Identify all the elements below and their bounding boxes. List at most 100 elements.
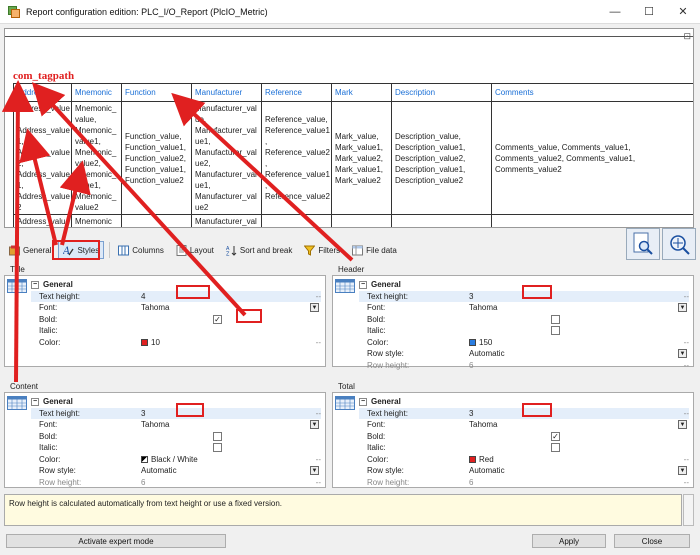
dropdown-arrow-icon[interactable]: ▼ (310, 303, 319, 313)
tab-file-data[interactable]: File data (347, 241, 402, 259)
header-color-value[interactable]: 150 (479, 338, 492, 347)
header-bold-checkbox[interactable] (551, 314, 560, 324)
preview-col-mnemonic: Mnemonic (71, 83, 122, 102)
activate-expert-mode-button[interactable]: Activate expert mode (6, 534, 226, 548)
total-bold-checkbox[interactable]: ✓ (551, 431, 560, 441)
collapse-icon[interactable]: − (31, 280, 39, 289)
total-color-value[interactable]: Red (479, 455, 494, 464)
total-row-style-row[interactable]: Row style: Automatic ▼ (359, 465, 689, 477)
table-cell: Mark_value, Mark_value1, Mark_value2, Ma… (331, 101, 392, 215)
total-bold-row[interactable]: Bold: ✓ (359, 431, 689, 443)
zoom-fit-button[interactable] (662, 228, 696, 260)
tab-filters[interactable]: Filters (299, 241, 345, 259)
title-italic-row[interactable]: Italic: (31, 325, 321, 337)
table-cell (261, 214, 332, 227)
header-bold-row[interactable]: Bold: (359, 314, 689, 326)
preview-zoom-button[interactable] (626, 228, 660, 260)
maximize-button[interactable]: ☐ (632, 0, 666, 24)
toolbar-separator (109, 242, 111, 258)
content-row-style-row[interactable]: Row style: Automatic ▼ (31, 465, 321, 477)
content-bold-row[interactable]: Bold: (31, 431, 321, 443)
title-color-value[interactable]: 10 (151, 338, 160, 347)
header-color-row[interactable]: Color: 150 -- (359, 337, 689, 349)
close-button[interactable]: Close (614, 534, 690, 548)
tab-columns[interactable]: Columns (113, 241, 169, 259)
title-bold-row[interactable]: Bold: ✓ (31, 314, 321, 326)
header-font-value[interactable]: Tahoma (469, 303, 497, 312)
content-italic-checkbox[interactable] (213, 443, 222, 453)
content-color-value[interactable]: Black / White (151, 455, 198, 464)
dropdown-arrow-icon[interactable]: ▼ (678, 466, 687, 476)
preview-resize-icon[interactable]: ⊡ (683, 31, 691, 42)
preview-col-description: Description (391, 83, 492, 102)
total-italic-checkbox[interactable] (551, 443, 560, 453)
style-grid-icon (335, 396, 355, 410)
total-panel-label: Total (338, 382, 355, 391)
dropdown-arrow-icon[interactable]: ▼ (678, 420, 687, 430)
color-swatch (141, 455, 148, 463)
dropdown-arrow-icon[interactable]: ▼ (310, 466, 319, 476)
content-row-style-value[interactable]: Automatic (141, 466, 177, 475)
collapse-icon[interactable]: − (31, 397, 39, 406)
tab-general-label: General (23, 245, 52, 255)
header-row-style-row[interactable]: Row style: Automatic ▼ (359, 348, 689, 360)
content-bold-checkbox[interactable] (213, 431, 222, 441)
table-cell: Manufacturer_val (191, 214, 262, 227)
total-color-row[interactable]: Color: Red -- (359, 454, 689, 466)
header-text-height-value[interactable]: 3 (469, 292, 473, 301)
content-text-height-value[interactable]: 3 (141, 409, 145, 418)
total-font-value[interactable]: Tahoma (469, 420, 497, 429)
file-data-icon (352, 245, 364, 255)
dropdown-arrow-icon[interactable]: ▼ (678, 303, 687, 313)
content-font-value[interactable]: Tahoma (141, 420, 169, 429)
tab-sort-and-break-label: Sort and break (239, 245, 293, 255)
style-grid-icon (335, 279, 355, 293)
minimize-button[interactable]: — (598, 0, 632, 24)
collapse-icon[interactable]: − (359, 397, 367, 406)
title-bold-checkbox[interactable]: ✓ (213, 314, 222, 324)
window-title: Report configuration edition: PLC_I/O_Re… (26, 6, 268, 17)
content-italic-row[interactable]: Italic: (31, 442, 321, 454)
annotation-box (522, 285, 552, 299)
annotation-box (236, 309, 262, 323)
tab-layout[interactable]: Layout (171, 241, 219, 259)
tab-general[interactable]: General (4, 241, 56, 259)
total-font-row[interactable]: Font: Tahoma ▼ (359, 419, 689, 431)
content-panel-label: Content (10, 382, 39, 391)
content-color-row[interactable]: Color: Black / White -- (31, 454, 321, 466)
layout-icon (176, 244, 187, 256)
title-font-row[interactable]: Font: Tahoma ▼ (31, 302, 321, 314)
tab-sort-and-break[interactable]: AZ Sort and break (221, 241, 297, 259)
preview-col-comments: Comments (491, 83, 693, 102)
title-font-value[interactable]: Tahoma (141, 303, 169, 312)
header-row-style-value[interactable]: Automatic (469, 349, 505, 358)
tab-filters-label: Filters (318, 245, 341, 255)
total-row-style-value[interactable]: Automatic (469, 466, 505, 475)
header-panel-label: Header (338, 265, 365, 274)
dropdown-arrow-icon[interactable]: ▼ (310, 420, 319, 430)
window-titlebar: Report configuration edition: PLC_I/O_Re… (0, 0, 700, 24)
close-window-button[interactable]: ✕ (666, 0, 700, 24)
annotation-box (52, 240, 100, 260)
title-text-height-value[interactable]: 4 (141, 292, 145, 301)
total-row-height-row: Row height: 6 -- (367, 477, 689, 487)
preview-top-line (5, 36, 693, 37)
total-text-height-value[interactable]: 3 (469, 409, 473, 418)
header-font-row[interactable]: Font: Tahoma ▼ (359, 302, 689, 314)
general-icon (9, 245, 20, 255)
preview-col-function: Function (121, 83, 192, 102)
sort-icon: AZ (226, 245, 237, 256)
apply-button[interactable]: Apply (532, 534, 606, 548)
columns-icon (118, 245, 130, 255)
color-swatch (469, 455, 476, 463)
dropdown-arrow-icon[interactable]: ▼ (678, 349, 687, 359)
hint-scrollbar[interactable] (683, 494, 694, 526)
title-color-row[interactable]: Color: 10 -- (31, 337, 321, 349)
total-italic-row[interactable]: Italic: (359, 442, 689, 454)
header-italic-row[interactable]: Italic: (359, 325, 689, 337)
collapse-icon[interactable]: − (359, 280, 367, 289)
tab-layout-label: Layout (189, 245, 214, 255)
table-cell (391, 214, 492, 227)
header-italic-checkbox[interactable] (551, 326, 560, 336)
content-font-row[interactable]: Font: Tahoma ▼ (31, 419, 321, 431)
